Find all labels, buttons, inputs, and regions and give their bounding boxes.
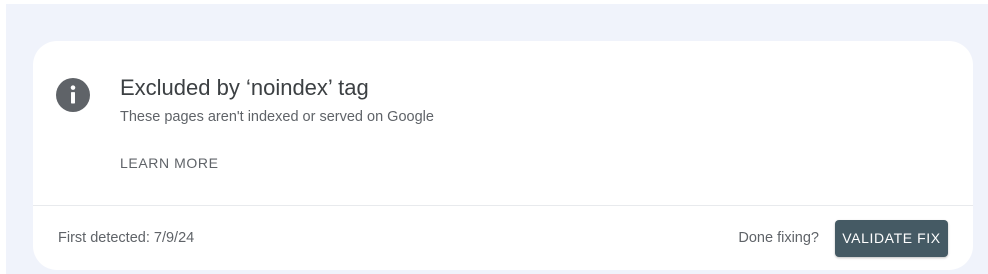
issue-description: These pages aren't indexed or served on … xyxy=(120,109,434,125)
validate-fix-button[interactable]: VALIDATE FIX xyxy=(835,220,948,257)
issue-footer: First detected: 7/9/24 Done fixing? VALI… xyxy=(33,206,973,270)
issue-header: Excluded by ‘noindex’ tag These pages ar… xyxy=(33,41,973,206)
issue-title: Excluded by ‘noindex’ tag xyxy=(120,75,369,100)
first-detected-date: First detected: 7/9/24 xyxy=(58,230,195,246)
issue-card: Excluded by ‘noindex’ tag These pages ar… xyxy=(33,41,973,270)
learn-more-link[interactable]: LEARN MORE xyxy=(120,153,219,173)
info-icon xyxy=(56,78,90,112)
done-fixing-label: Done fixing? xyxy=(738,230,819,246)
